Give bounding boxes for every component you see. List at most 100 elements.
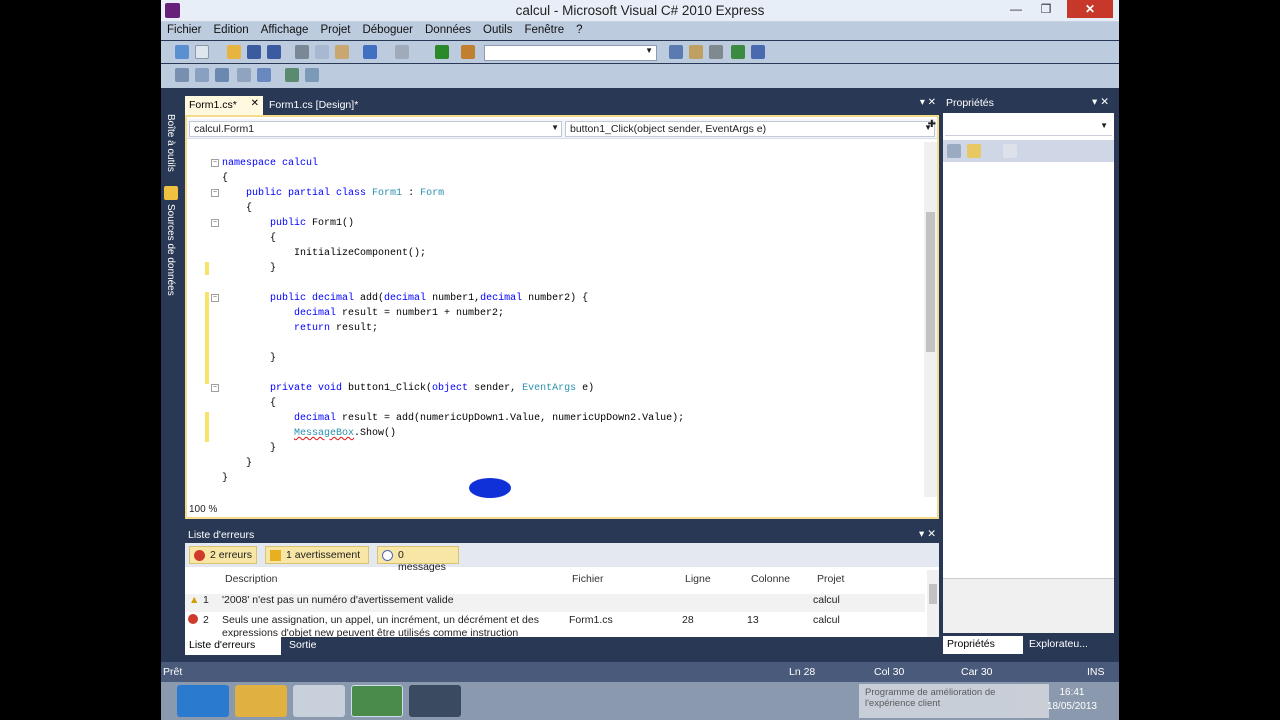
menu-affichage[interactable]: Affichage — [261, 22, 315, 40]
error-list-scrollbar[interactable] — [927, 570, 939, 637]
type-combo[interactable]: calcul.Form1 ▼ — [189, 121, 562, 137]
change-marker — [205, 412, 209, 442]
vertical-scrollbar[interactable] — [924, 142, 937, 497]
toolbox-icon[interactable] — [709, 45, 723, 59]
alphabetical-icon[interactable] — [967, 144, 981, 158]
error-row[interactable]: 2 Seuls une assignation, un appel, un in… — [185, 614, 925, 637]
keyword: object — [432, 383, 469, 394]
find-icon[interactable] — [461, 45, 475, 59]
property-pages-icon[interactable] — [1003, 144, 1017, 158]
code-line: public Form1() — [222, 218, 354, 229]
fold-toggle[interactable]: − — [211, 189, 219, 197]
menu-deboguer[interactable]: Déboguer — [362, 22, 419, 40]
menu-help[interactable]: ? — [576, 22, 588, 40]
tab-form1-cs[interactable]: Form1.cs* ✕ — [185, 96, 263, 115]
panel-controls[interactable]: ▾ ✕ — [919, 528, 936, 540]
scrollbar-thumb[interactable] — [929, 584, 937, 604]
categorized-icon[interactable] — [947, 144, 961, 158]
new-project-icon[interactable] — [175, 45, 189, 59]
minimize-button[interactable]: — — [1003, 0, 1029, 18]
save-icon[interactable] — [247, 45, 261, 59]
object-browser-icon[interactable] — [731, 45, 745, 59]
menu-fenetre[interactable]: Fenêtre — [524, 22, 570, 40]
vs-window: calcul - Microsoft Visual C# 2010 Expres… — [161, 0, 1119, 720]
messages-filter-button[interactable]: 0 messages — [377, 546, 459, 573]
close-button[interactable]: ✕ — [1067, 0, 1113, 18]
code-area[interactable]: − − − − − namespace calcul { public part… — [187, 142, 925, 502]
code-text: number2) { — [522, 293, 589, 304]
quick-info-icon[interactable] — [175, 68, 189, 82]
warnings-filter-button[interactable]: 1 avertissement — [265, 546, 369, 564]
code-line: } — [222, 473, 229, 484]
copy-icon[interactable] — [315, 45, 329, 59]
column-column[interactable]: Colonne — [751, 573, 790, 585]
menu-edition[interactable]: Edition — [214, 22, 255, 40]
file-explorer-icon[interactable] — [235, 685, 287, 717]
tab-error-list[interactable]: Liste d'erreurs — [185, 637, 281, 655]
find-combo[interactable]: ▼ — [484, 45, 657, 61]
panel-controls[interactable]: ▾ ✕ — [1092, 96, 1109, 108]
keyword: public decimal — [270, 293, 361, 304]
tab-solution-explorer[interactable]: Explorateu... — [1025, 636, 1114, 654]
menu-donnees[interactable]: Données — [425, 22, 477, 40]
fold-toggle[interactable]: − — [211, 159, 219, 167]
clock[interactable]: 16:41 18/05/2013 — [1047, 686, 1097, 714]
scrollbar-thumb[interactable] — [926, 212, 935, 352]
solution-explorer-icon[interactable] — [669, 45, 683, 59]
fold-toggle[interactable]: − — [211, 294, 219, 302]
toolbox-tab[interactable]: Boîte à outils — [165, 114, 176, 172]
open-file-icon[interactable] — [227, 45, 241, 59]
error-row[interactable]: ▲ 1 '2008' n'est pas un numéro d'avertis… — [185, 594, 925, 612]
keyword: decimal — [384, 293, 427, 304]
zoom-level[interactable]: 100 % — [189, 504, 217, 515]
fold-toggle[interactable]: − — [211, 219, 219, 227]
column-description[interactable]: Description — [225, 573, 278, 585]
font-size-icon[interactable] — [237, 68, 251, 82]
code-editor[interactable]: calcul.Form1 ▼ button1_Click(object send… — [185, 115, 939, 519]
cut-icon[interactable] — [295, 45, 309, 59]
fold-toggle[interactable]: − — [211, 384, 219, 392]
save-all-icon[interactable] — [267, 45, 281, 59]
tab-form1-design[interactable]: Form1.cs [Design]* — [265, 96, 385, 115]
splitter-icon[interactable]: ✚ — [928, 119, 936, 130]
code-line: InitializeComponent(); — [222, 248, 426, 259]
warning-icon — [270, 550, 281, 561]
media-player-icon[interactable] — [293, 685, 345, 717]
member-combo[interactable]: button1_Click(object sender, EventArgs e… — [565, 121, 935, 137]
datasources-tab[interactable]: Sources de données — [165, 204, 176, 296]
bookmark-icon[interactable] — [305, 68, 319, 82]
menu-projet[interactable]: Projet — [320, 22, 356, 40]
menu-outils[interactable]: Outils — [483, 22, 518, 40]
properties-icon[interactable] — [689, 45, 703, 59]
word-complete-icon[interactable] — [215, 68, 229, 82]
type-name: EventArgs — [522, 383, 577, 394]
notification-toast[interactable]: Programme de amélioration de l'expérienc… — [859, 684, 1049, 718]
object-combo[interactable]: ▼ — [945, 116, 1112, 136]
maximize-button[interactable]: ❒ — [1033, 0, 1059, 18]
code-text: result = number1 + number2; — [342, 308, 505, 319]
close-icon[interactable]: ✕ — [251, 98, 259, 109]
code-line: { — [222, 173, 229, 184]
column-file[interactable]: Fichier — [572, 573, 604, 585]
indent-icon[interactable] — [257, 68, 271, 82]
internet-explorer-icon[interactable] — [177, 685, 229, 717]
tab-output[interactable]: Sortie — [285, 637, 345, 655]
paste-icon[interactable] — [335, 45, 349, 59]
redo-icon[interactable] — [395, 45, 409, 59]
start-page-icon[interactable] — [751, 45, 765, 59]
comment-icon[interactable] — [285, 68, 299, 82]
window-app-icon[interactable] — [409, 685, 461, 717]
status-char: Car 30 — [961, 666, 993, 678]
tab-menu-controls[interactable]: ▾ ✕ — [920, 97, 936, 108]
menu-fichier[interactable]: Fichier — [167, 22, 208, 40]
start-debug-icon[interactable] — [435, 45, 449, 59]
code-line: } — [222, 353, 276, 364]
visual-csharp-icon[interactable] — [351, 685, 403, 717]
tab-properties[interactable]: Propriétés — [943, 636, 1023, 654]
errors-filter-button[interactable]: 2 erreurs — [189, 546, 257, 564]
undo-icon[interactable] — [363, 45, 377, 59]
column-line[interactable]: Ligne — [685, 573, 711, 585]
parameter-info-icon[interactable] — [195, 68, 209, 82]
add-item-icon[interactable] — [195, 45, 209, 59]
column-project[interactable]: Projet — [817, 573, 844, 585]
